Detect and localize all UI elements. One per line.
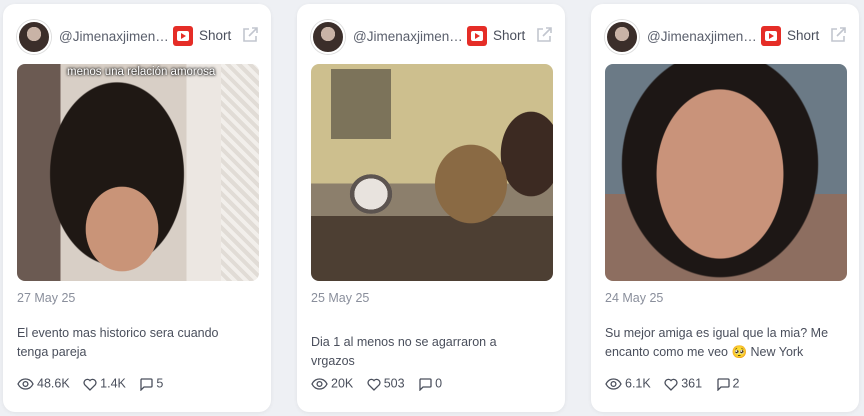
comments-count: 5 (156, 377, 164, 392)
views-count: 20K (331, 377, 354, 392)
post-description: Dia 1 al menos no se agarraron a vrgazos (311, 335, 497, 368)
eye-icon (311, 378, 328, 390)
external-link-icon[interactable] (241, 26, 259, 44)
comments-count: 0 (435, 377, 443, 392)
video-thumbnail[interactable] (605, 64, 847, 281)
likes-stat: 361 (664, 376, 702, 391)
post-type-label: Short (787, 28, 820, 43)
external-link-icon[interactable] (829, 26, 847, 44)
post-stats: 6.1K 361 2 (605, 376, 750, 394)
youtube-icon (761, 26, 781, 46)
comments-stat: 5 (139, 376, 164, 392)
post-type-label: Short (199, 28, 232, 43)
likes-stat: 503 (367, 376, 405, 391)
post-stats: 20K 503 0 (311, 376, 452, 394)
post-description: Su mejor amiga es igual que la mia? Me e… (605, 326, 829, 359)
author-handle[interactable]: @Jimenaxjimenax (647, 29, 757, 44)
post-date: 27 May 25 (17, 291, 76, 305)
author-handle[interactable]: @Jimenaxjimenax (353, 29, 463, 44)
video-caption-overlay: menos una relación amorosa (67, 66, 216, 78)
avatar[interactable] (17, 20, 51, 54)
avatar[interactable] (311, 20, 345, 54)
post-header: @Jimenaxjimenax Short (311, 20, 553, 54)
youtube-icon (173, 26, 193, 46)
comments-count: 2 (732, 377, 740, 392)
views-stat: 20K (311, 376, 353, 391)
heart-icon (83, 378, 97, 391)
video-thumbnail[interactable]: menos una relación amorosa (17, 64, 259, 281)
comment-icon (419, 377, 432, 392)
post-stats: 48.6K 1.4K 5 (17, 376, 173, 394)
views-stat: 6.1K (605, 376, 651, 391)
comments-stat: 2 (716, 376, 740, 392)
post-card[interactable]: @Jimenaxjimenax Short menos una relación… (3, 4, 271, 412)
views-count: 48.6K (37, 377, 70, 392)
eye-icon (17, 378, 34, 390)
post-card[interactable]: @Jimenaxjimenax Short 24 May 25 Su mejor… (591, 4, 859, 412)
youtube-icon (467, 26, 487, 46)
external-link-icon[interactable] (535, 26, 553, 44)
author-handle[interactable]: @Jimenaxjimenax (59, 29, 169, 44)
post-date: 24 May 25 (605, 291, 664, 305)
post-description: El evento mas historico sera cuando teng… (17, 326, 219, 359)
post-header: @Jimenaxjimenax Short (17, 20, 259, 54)
comment-icon (716, 377, 730, 392)
heart-icon (367, 378, 381, 391)
likes-stat: 1.4K (83, 376, 126, 391)
views-stat: 48.6K (17, 376, 70, 391)
avatar[interactable] (605, 20, 639, 54)
post-date: 25 May 25 (311, 291, 370, 305)
views-count: 6.1K (625, 377, 651, 392)
heart-icon (664, 378, 678, 391)
comment-icon (140, 377, 154, 392)
video-thumbnail[interactable] (311, 64, 553, 281)
post-type-label: Short (493, 28, 526, 43)
post-header: @Jimenaxjimenax Short (605, 20, 847, 54)
likes-count: 503 (383, 377, 405, 392)
comments-stat: 0 (418, 376, 443, 392)
likes-count: 1.4K (100, 377, 126, 392)
post-card[interactable]: @Jimenaxjimenax Short 25 May 25 Dia 1 al… (297, 4, 565, 412)
likes-count: 361 (681, 377, 703, 392)
eye-icon (605, 378, 622, 390)
